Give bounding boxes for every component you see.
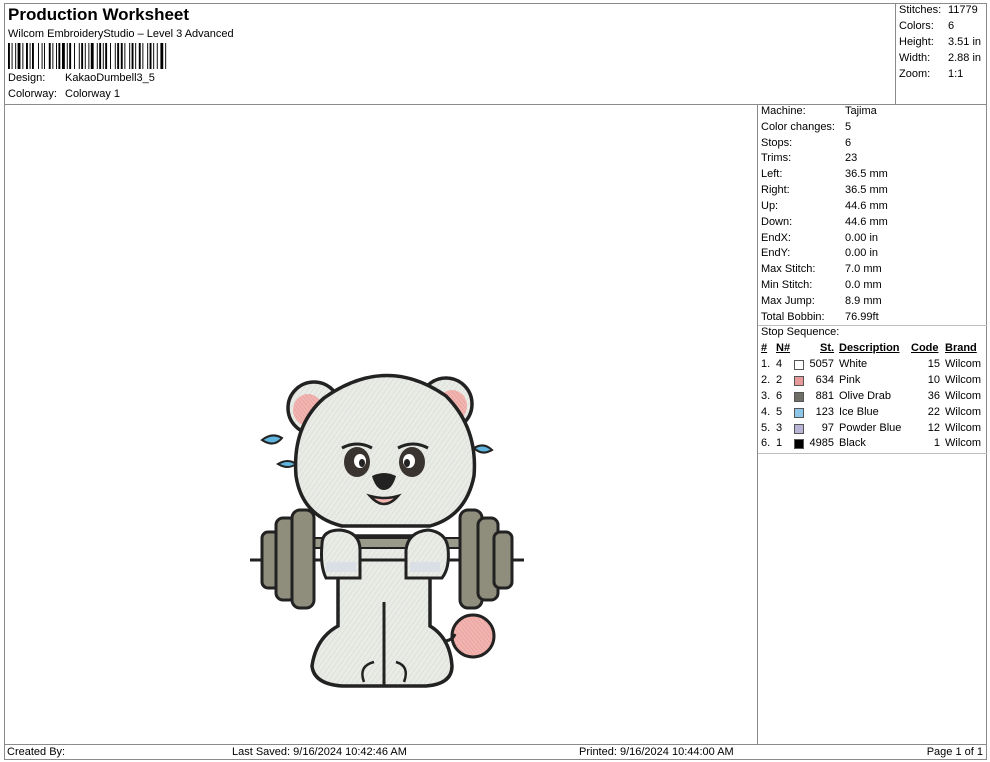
page-number: Page 1 of 1 [926, 746, 983, 758]
stat-width: Width: 2.88 in [899, 52, 982, 64]
table-row: 1. 4 5057 White 15 Wilcom [761, 358, 982, 370]
stop-sequence-bottom-divider [758, 453, 987, 454]
software-name: Wilcom EmbroideryStudio – Level 3 Advanc… [8, 28, 234, 40]
colorway-row: Colorway: Colorway 1 [8, 88, 120, 100]
color-swatch [794, 360, 804, 370]
prop-right: Right: 36.5 mm [761, 184, 888, 196]
sweat-drop-left-1 [260, 434, 284, 445]
tail-shape [450, 613, 496, 659]
stat-colors: Colors: 6 [899, 20, 955, 32]
created-by: Created By: [7, 746, 66, 758]
table-row: 4. 5 123 Ice Blue 22 Wilcom [761, 406, 982, 418]
prop-left: Left: 36.5 mm [761, 168, 888, 180]
prop-max-jump: Max Jump: 8.9 mm [761, 295, 882, 307]
table-row: 5. 3 97 Powder Blue 12 Wilcom [761, 422, 982, 434]
colorway-name: Colorway 1 [65, 88, 121, 100]
stop-sequence-header: # N# St. Description Code Brand [761, 342, 977, 354]
design-label: Design: [8, 72, 46, 84]
right-plate-outer [492, 530, 514, 590]
color-swatch [794, 439, 804, 449]
stop-sequence-title: Stop Sequence: [761, 326, 840, 338]
printed-date: Printed: 9/16/2024 10:44:00 AM [579, 746, 734, 758]
colorway-label: Colorway: [8, 88, 57, 100]
worksheet-footer: Created By: Last Saved: 9/16/2024 10:42:… [4, 744, 987, 760]
prop-min-stitch: Min Stitch: 0.0 mm [761, 279, 882, 291]
color-swatch [794, 376, 804, 386]
color-swatch [794, 408, 804, 418]
last-saved: Last Saved: 9/16/2024 10:42:46 AM [232, 746, 407, 758]
prop-max-stitch: Max Stitch: 7.0 mm [761, 263, 882, 275]
prop-color-changes: Color changes: 5 [761, 121, 852, 133]
prop-up: Up: 44.6 mm [761, 200, 888, 212]
page-title: Production Worksheet [8, 5, 190, 24]
stat-height: Height: 3.51 in [899, 36, 982, 48]
table-row: 3. 6 881 Olive Drab 36 Wilcom [761, 390, 982, 402]
left-plate-inner [290, 508, 316, 610]
sweat-drop-right [472, 444, 494, 454]
stats-box: Stitches: 11779 Colors: 6 Height: 3.51 in W… [895, 3, 987, 104]
design-row: Design: KakaoDumbell3_5 [8, 72, 155, 84]
prop-endx: EndX: 0.00 in [761, 232, 879, 244]
table-row: 2. 2 634 Pink 10 Wilcom [761, 374, 982, 386]
prop-stops: Stops: 6 [761, 137, 852, 149]
design-canvas [4, 104, 757, 744]
barcode [8, 43, 167, 69]
worksheet-header: Production Worksheet Wilcom EmbroiderySt… [4, 3, 895, 104]
prop-total-bobbin: Total Bobbin: 76.99ft [761, 311, 879, 323]
prop-machine: Machine: Tajima [761, 105, 877, 117]
prop-down: Down: 44.6 mm [761, 216, 888, 228]
prop-trims: Trims: 23 [761, 152, 858, 164]
design-name: KakaoDumbell3_5 [65, 72, 155, 84]
stat-zoom: Zoom: 1:1 [899, 68, 964, 80]
embroidery-design-preview [250, 373, 524, 688]
stat-stitches: Stitches: 11779 [899, 4, 978, 16]
table-row: 6. 1 4985 Black 1 Wilcom [761, 437, 982, 449]
color-swatch [794, 424, 804, 434]
sweat-drop-left-2 [276, 460, 298, 468]
properties-panel: Machine: Tajima Color changes: 5 Stops: 6 T… [757, 104, 987, 744]
prop-endy: EndY: 0.00 in [761, 247, 879, 259]
color-swatch [794, 392, 804, 402]
